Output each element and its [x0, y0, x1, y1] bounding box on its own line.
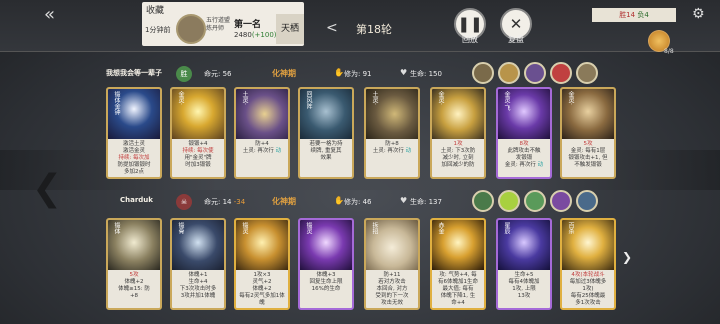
left-chevron-icon[interactable]: ❮	[32, 168, 62, 209]
card[interactable]: 土灵· 防+8 土灵: 再次行 动	[364, 87, 420, 179]
card[interactable]: 金灵· 1攻 土灵: 下3次防 减少时, 立刻 加回减少的防	[430, 87, 486, 179]
heart-icon: ♥	[400, 196, 408, 205]
card[interactable]: 回风阵 若要一格为持 续牌, 重复其 效果	[298, 87, 354, 179]
token-count: 8/8	[664, 48, 674, 55]
replay-label: 回放	[462, 35, 478, 44]
card[interactable]: 锻体金钟 激活土灵 激活金灵 持续: 每次加 防提加锻锻时 多加2点	[106, 87, 162, 179]
player2-realm: 化神期	[272, 197, 296, 206]
companion-icon[interactable]	[550, 190, 572, 212]
player1-name: 我想我会等一辈子	[106, 69, 162, 77]
share-icon[interactable]: ⚙	[692, 6, 705, 22]
card[interactable]: 百杀 4攻(本轮战斗 每加过3体魄多 1攻) 每有25体魄最 多1次攻击	[560, 218, 616, 310]
top-bar: « 收藏 1分钟前 五行道盟 炼丹师 第一名 2480(+100) 天栖 < 第…	[0, 0, 720, 52]
review-label: 复盘	[508, 35, 524, 44]
next-arrow-icon[interactable]: ❯	[622, 250, 632, 264]
win-badge: 胜	[176, 66, 192, 82]
companion-icon[interactable]	[524, 190, 546, 212]
player1-realm: 化神期	[272, 69, 296, 78]
companion-icon[interactable]	[498, 190, 520, 212]
loss-badge-icon: ☠	[176, 194, 192, 210]
rank-label: 第一名	[234, 20, 262, 30]
companion-icon[interactable]	[498, 62, 520, 84]
heart-icon: ♥	[400, 68, 408, 77]
match-time: 1分钟前	[145, 26, 171, 34]
collection-label: 收藏	[146, 6, 165, 16]
card[interactable]: 金灵· 锻锻+4 持续: 每次使 用"金灵"牌 时加3锻锻	[170, 87, 226, 179]
card[interactable]: 锻体 5攻 体魄+2 体魄≥15: 防 +8	[106, 218, 162, 310]
win-loss-record: 胜14 负4	[592, 8, 676, 22]
card[interactable]: 金灵·飞 8攻 此牌攻击不触 发锻锻 金灵: 再次行 动	[496, 87, 552, 179]
companion-icon[interactable]	[576, 190, 598, 212]
player2-cultivation: 修为: 46	[344, 198, 372, 206]
player2-life: 命元: 14 -34	[204, 198, 246, 206]
player1-life: 命元: 56	[204, 70, 232, 78]
match-info-card[interactable]: 收藏 1分钟前 五行道盟 炼丹师 第一名 2480(+100) 天栖	[142, 2, 304, 46]
companion-icon[interactable]	[576, 62, 598, 84]
previous-round-icon[interactable]: <	[326, 20, 338, 36]
companion-icon[interactable]	[472, 62, 494, 84]
score: 2480(+100)	[234, 31, 277, 39]
companion-icon[interactable]	[472, 190, 494, 212]
player2-name: Charduk	[120, 196, 153, 204]
card[interactable]: 金灵· 5攻 金灵: 每有1层 锻锻攻击+1, 但不触发锻锻	[560, 87, 616, 179]
player1-info-row: 我想我会等一辈子 胜 命元: 56 化神期 ✋ 修为: 91 ♥ 生命: 150	[100, 62, 720, 84]
player1-cultivation: 修为: 91	[344, 70, 372, 78]
companion-icon[interactable]	[524, 62, 546, 84]
cultivation-icon: ✋	[334, 68, 344, 77]
avatar	[176, 14, 206, 44]
companion-icon[interactable]	[550, 62, 572, 84]
card[interactable]: 土灵· 防+4 土灵: 再次行 动	[234, 87, 290, 179]
card[interactable]: 锻灵 1攻×3 灵气+2 体魄+2 每有2灵气多加1体魄	[234, 218, 290, 310]
card[interactable]: 星辰 生命+5 每有4体魄加 1攻, 上限 13攻	[496, 218, 552, 310]
tier-tag: 天栖	[276, 14, 304, 44]
round-label: 第18轮	[356, 23, 392, 36]
cultivation-icon: ✋	[334, 196, 344, 205]
card[interactable]: 拆招 防+11 若对方攻击 本回合, 对方 受到的下一次 攻击无效	[364, 218, 420, 310]
card[interactable]: 锻灵 体魄+3 回复生命上限 16%的生命	[298, 218, 354, 310]
player-tier: 五行道盟 炼丹师	[206, 17, 231, 32]
player1-hp: 生命: 150	[410, 70, 442, 78]
player2-hp: 生命: 137	[410, 198, 442, 206]
player2-info-row: Charduk ☠ 命元: 14 -34 化神期 ✋ 修为: 46 ♥ 生命: …	[100, 190, 720, 212]
card[interactable]: 锻骨 体魄+1 生命+4 下3次攻击时多 3攻并加1体魄	[170, 218, 226, 310]
back-arrow-icon[interactable]: «	[44, 6, 74, 24]
card[interactable]: 赤金 攻: 气势+4, 每有6体魄加1生命 最大值; 每有 体魄下降1, 生命+4	[430, 218, 486, 310]
